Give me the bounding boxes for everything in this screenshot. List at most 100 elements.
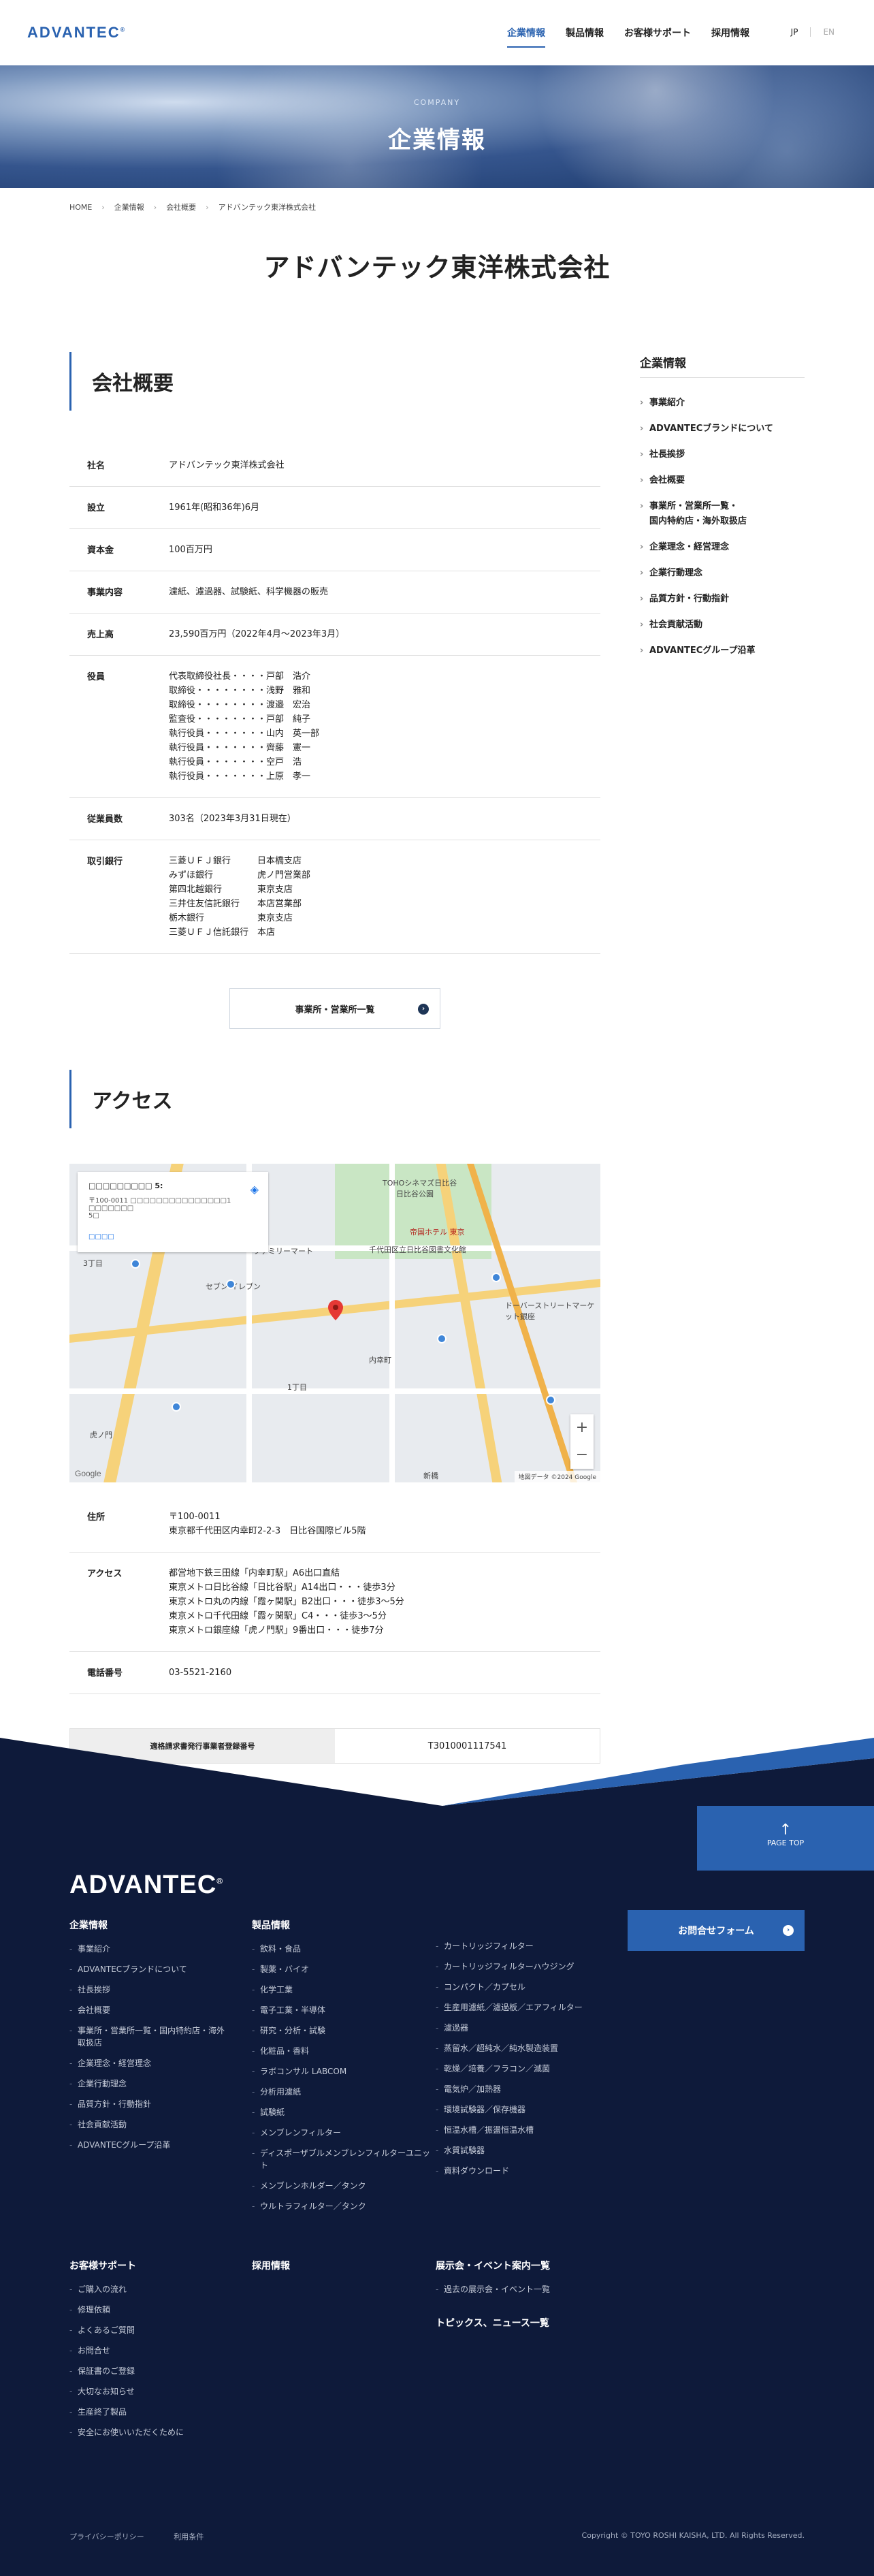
footer-link[interactable]: 電子工業・半導体: [252, 2004, 436, 2016]
footer-link[interactable]: 化粧品・香料: [252, 2045, 436, 2057]
map-poi-icon[interactable]: [546, 1395, 555, 1405]
sidebar-item-offices[interactable]: 事業所・営業所一覧・ 国内特約店・海外取扱店: [640, 494, 805, 535]
footer-link[interactable]: 会社概要: [69, 2004, 226, 2016]
footer-link[interactable]: 製薬・バイオ: [252, 1963, 436, 1975]
footer-col-recruit: 採用情報: [252, 2259, 388, 2283]
footer-link[interactable]: 生産終了製品: [69, 2406, 226, 2418]
footer-link[interactable]: ウルトラフィルター／タンク: [252, 2200, 436, 2212]
sidebar-item-csr[interactable]: 社会貢献活動: [640, 612, 805, 638]
zoom-in-button[interactable]: +: [570, 1414, 594, 1442]
footer-link[interactable]: 社長挨拶: [69, 1984, 226, 1996]
footer-col-title[interactable]: お客様サポート: [69, 2259, 226, 2272]
map-marker-icon[interactable]: [328, 1300, 343, 1320]
privacy-policy-link[interactable]: プライバシーポリシー: [69, 2532, 144, 2541]
footer-link[interactable]: 分析用濾紙: [252, 2086, 436, 2098]
footer-link[interactable]: 乾燥／培養／フラコン／滅菌: [436, 2063, 606, 2075]
footer-link[interactable]: カートリッジフィルターハウジング: [436, 1960, 606, 1973]
phone-number: 03-5521-2160: [169, 1668, 232, 1678]
nav-products[interactable]: 製品情報: [566, 26, 604, 48]
address-line: 〒100-0011: [169, 1512, 221, 1522]
footer-link[interactable]: ADVANTECブランドについて: [69, 1963, 226, 1975]
footer-link[interactable]: 水質試験器: [436, 2144, 606, 2157]
footer-link[interactable]: 化学工業: [252, 1984, 436, 1996]
google-map[interactable]: TOHOシネマズ日比谷 日比谷公園 帝国ホテル 東京 千代田区立日比谷図書文化館…: [69, 1164, 600, 1482]
site-logo[interactable]: ADVANTEC®: [27, 24, 126, 42]
footer-link[interactable]: 恒温水槽／振盪恒温水槽: [436, 2124, 606, 2136]
lang-en[interactable]: EN: [811, 27, 847, 37]
nav-support[interactable]: お客様サポート: [624, 26, 691, 48]
sidebar-item-brand[interactable]: ADVANTECブランドについて: [640, 416, 805, 442]
terms-link[interactable]: 利用条件: [174, 2532, 204, 2541]
footer-link[interactable]: 修理依頼: [69, 2304, 226, 2316]
footer-link[interactable]: 試験紙: [252, 2106, 436, 2118]
footer-col-title[interactable]: 製品情報: [252, 1918, 436, 1932]
sidebar-title: 企業情報: [640, 353, 805, 378]
sidebar-item-overview[interactable]: 会社概要: [640, 468, 805, 494]
map-poi-icon[interactable]: [131, 1259, 140, 1269]
footer-link[interactable]: 飲料・食品: [252, 1943, 436, 1955]
row-label: 電話番号: [87, 1668, 123, 1679]
sidebar-item-business[interactable]: 事業紹介: [640, 390, 805, 416]
sidebar-item-quality[interactable]: 品質方針・行動指針: [640, 586, 805, 612]
footer-col-title[interactable]: 企業情報: [69, 1918, 226, 1932]
footer-link[interactable]: 過去の展示会・イベント一覧: [436, 2283, 613, 2295]
map-card-link[interactable]: □□□□: [88, 1233, 257, 1241]
footer-link[interactable]: 資料ダウンロード: [436, 2165, 606, 2177]
footer-link[interactable]: ADVANTECグループ沿革: [69, 2139, 226, 2151]
footer-link[interactable]: 濾過器: [436, 2022, 606, 2034]
footer-logo[interactable]: ADVANTEC®: [69, 1871, 223, 1900]
footer-link[interactable]: 事業所・営業所一覧・国内特約店・海外取扱店: [69, 2024, 226, 2049]
footer-link[interactable]: 大切なお知らせ: [69, 2385, 226, 2398]
footer-link[interactable]: 品質方針・行動指針: [69, 2098, 226, 2110]
zoom-out-button[interactable]: −: [570, 1442, 594, 1469]
contact-form-button[interactable]: お問合せフォーム ›: [628, 1910, 805, 1951]
lang-jp[interactable]: JP: [779, 27, 811, 37]
footer-link[interactable]: よくあるご質問: [69, 2324, 226, 2336]
footer-link[interactable]: 蒸留水／超純水／純水製造装置: [436, 2042, 606, 2054]
row-label: 売上高: [87, 630, 114, 640]
breadcrumb-overview[interactable]: 会社概要: [166, 202, 196, 212]
footer-link[interactable]: 事業紹介: [69, 1943, 226, 1955]
footer-link[interactable]: カートリッジフィルター: [436, 1940, 606, 1952]
sidebar-item-message[interactable]: 社長挨拶: [640, 442, 805, 468]
footer-col-title[interactable]: 展示会・イベント案内一覧: [436, 2259, 613, 2272]
map-copyright: 地図データ ©2024 Google: [514, 1471, 600, 1482]
officer-line: 取締役・・・・・・・・浅野 雅和: [169, 686, 311, 696]
sidebar-item-conduct[interactable]: 企業行動理念: [640, 560, 805, 586]
footer-link[interactable]: お問合せ: [69, 2344, 226, 2357]
breadcrumb-home[interactable]: HOME: [69, 203, 92, 212]
map-poi-icon[interactable]: [437, 1334, 447, 1343]
footer-link[interactable]: 保証書のご登録: [69, 2365, 226, 2377]
map-poi-icon[interactable]: [172, 1402, 181, 1412]
footer-link[interactable]: コンパクト／カプセル: [436, 1981, 606, 1993]
breadcrumb-company[interactable]: 企業情報: [114, 202, 144, 212]
footer-link[interactable]: メンブレンフィルター: [252, 2127, 436, 2139]
office-list-button[interactable]: 事業所・営業所一覧 ›: [229, 988, 440, 1029]
footer-link[interactable]: ご購入の流れ: [69, 2283, 226, 2295]
footer-link[interactable]: 環境試験器／保存機器: [436, 2103, 606, 2116]
footer-link[interactable]: ディスポーザブルメンブレンフィルターユニット: [252, 2147, 436, 2172]
footer-link[interactable]: 企業行動理念: [69, 2078, 226, 2090]
map-label: 内幸町: [369, 1356, 391, 1365]
footer-link[interactable]: 企業理念・経営理念: [69, 2057, 226, 2069]
page-top-button[interactable]: ↑ PAGE TOP: [697, 1806, 874, 1871]
footer-link[interactable]: 生産用濾紙／濾過板／エアフィルター: [436, 2001, 606, 2014]
sidebar-item-philosophy[interactable]: 企業理念・経営理念: [640, 535, 805, 560]
footer-link[interactable]: 電気炉／加熱器: [436, 2083, 606, 2095]
row-value: 〒100-0011 東京都千代田区内幸町2-2-3 日比谷国際ビル5階: [169, 1496, 600, 1553]
access-table: 住所 〒100-0011 東京都千代田区内幸町2-2-3 日比谷国際ビル5階 ア…: [69, 1496, 600, 1694]
footer-link[interactable]: ラボコンサル LABCOM: [252, 2065, 436, 2078]
footer-link[interactable]: 安全にお使いいただくために: [69, 2426, 226, 2438]
map-poi-icon[interactable]: [491, 1273, 501, 1282]
footer-col-title[interactable]: 採用情報: [252, 2259, 388, 2272]
copyright: Copyright © TOYO ROSHI KAISHA, LTD. All …: [581, 2531, 805, 2540]
footer-link[interactable]: メンブレンホルダー／タンク: [252, 2180, 436, 2192]
footer-link[interactable]: 社会貢献活動: [69, 2118, 226, 2131]
sidebar-item-history[interactable]: ADVANTECグループ沿革: [640, 638, 805, 664]
footer-col-title[interactable]: トピックス、ニュース一覧: [436, 2316, 613, 2329]
nav-company[interactable]: 企業情報: [507, 26, 545, 48]
directions-icon[interactable]: ◈: [250, 1183, 259, 1196]
footer-link[interactable]: 研究・分析・試験: [252, 2024, 436, 2037]
map-poi-icon[interactable]: [226, 1279, 236, 1289]
nav-recruit[interactable]: 採用情報: [711, 26, 749, 48]
